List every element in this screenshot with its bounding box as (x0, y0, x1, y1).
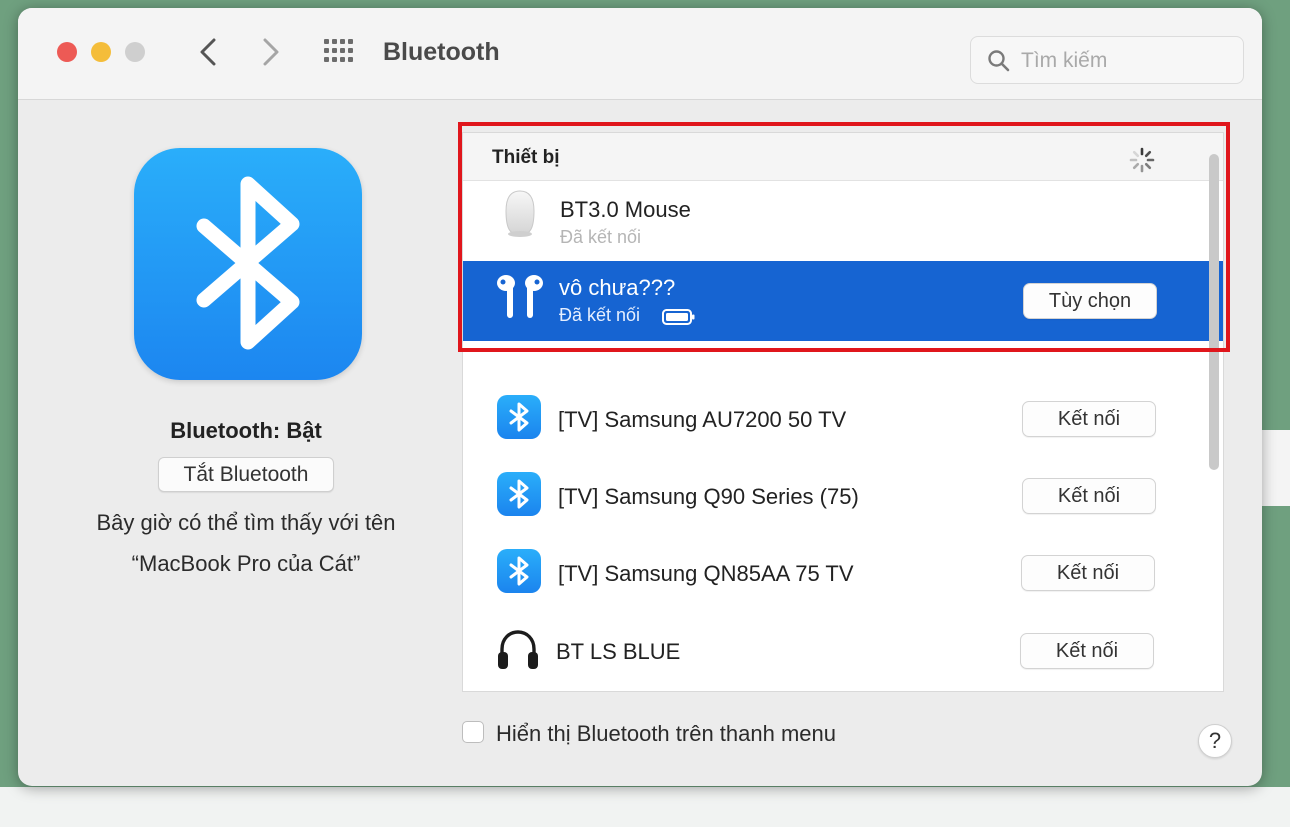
close-button[interactable] (57, 42, 77, 62)
back-button[interactable] (193, 36, 223, 68)
desktop-bottom-band (0, 787, 1290, 827)
bluetooth-icon (196, 176, 300, 350)
bluetooth-preferences-window: Bluetooth Bluetooth: Bật Tắt Bluetooth B… (18, 8, 1262, 786)
show-all-grid-button[interactable] (323, 38, 357, 68)
help-button[interactable]: ? (1198, 724, 1232, 758)
device-name: [TV] Samsung AU7200 50 TV (558, 407, 847, 432)
minimize-button[interactable] (91, 42, 111, 62)
device-name: [TV] Samsung Q90 Series (75) (558, 484, 859, 509)
bluetooth-icon (497, 472, 541, 516)
device-row-samsung-q90[interactable]: [TV] Samsung Q90 Series (75) Kết nối (463, 461, 1223, 531)
turn-off-bluetooth-button[interactable]: Tắt Bluetooth (158, 457, 334, 492)
bluetooth-icon (497, 395, 541, 439)
window-title: Bluetooth (383, 38, 500, 66)
device-name: [TV] Samsung QN85AA 75 TV (558, 561, 854, 586)
discoverable-device-name: “MacBook Pro của Cát” (131, 551, 361, 576)
bluetooth-status-panel: Bluetooth: Bật Tắt Bluetooth Bây giờ có … (18, 100, 458, 786)
zoom-button[interactable] (125, 42, 145, 62)
device-row-bt-ls-blue[interactable]: BT LS BLUE Kết nối (463, 615, 1223, 685)
connect-button[interactable]: Kết nối (1022, 478, 1156, 514)
search-icon (988, 50, 1010, 72)
headphones-icon (498, 630, 538, 669)
bluetooth-icon (497, 549, 541, 593)
chevron-left-icon (200, 38, 216, 66)
show-in-menu-bar-checkbox[interactable] (462, 721, 484, 743)
highlight-annotation-box (458, 122, 1230, 352)
toolbar: Bluetooth (18, 8, 1262, 100)
connect-button[interactable]: Kết nối (1022, 401, 1156, 437)
device-row-samsung-au7200[interactable]: [TV] Samsung AU7200 50 TV Kết nối (463, 383, 1223, 453)
search-input[interactable] (1021, 47, 1231, 75)
bluetooth-app-icon (134, 148, 362, 380)
connect-button[interactable]: Kết nối (1020, 633, 1154, 669)
show-in-menu-bar-label[interactable]: Hiển thị Bluetooth trên thanh menu (496, 721, 836, 747)
discoverable-text: Bây giờ có thể tìm thấy với tên (96, 510, 396, 535)
search-field[interactable] (970, 36, 1244, 84)
bluetooth-status-label: Bluetooth: Bật (170, 418, 322, 443)
connect-button[interactable]: Kết nối (1021, 555, 1155, 591)
forward-button[interactable] (256, 36, 286, 68)
device-name: BT LS BLUE (556, 639, 681, 664)
device-row-samsung-qn85aa[interactable]: [TV] Samsung QN85AA 75 TV Kết nối (463, 537, 1223, 607)
chevron-right-icon (263, 38, 279, 66)
background-window-edge (1262, 430, 1290, 506)
